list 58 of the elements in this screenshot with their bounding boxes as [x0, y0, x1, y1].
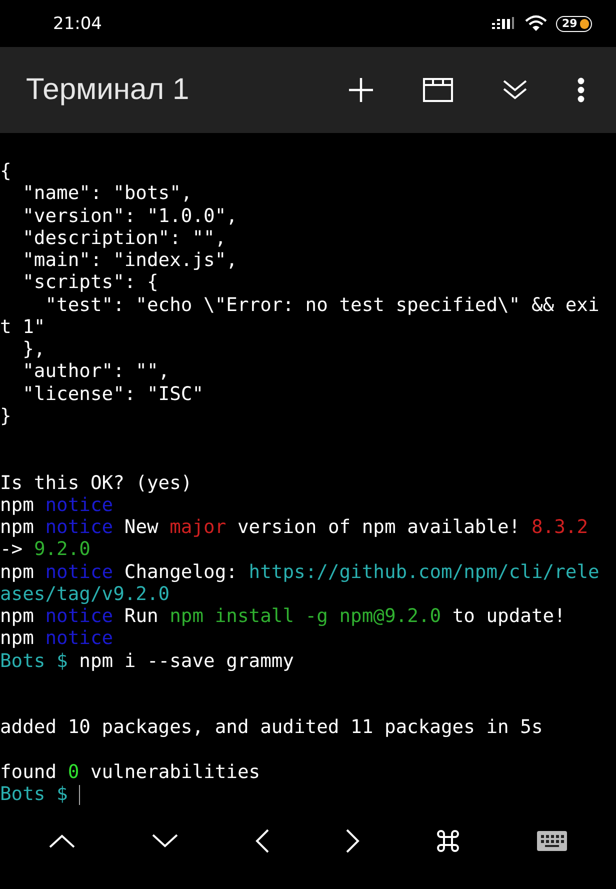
- window-title: Терминал 1: [26, 73, 190, 108]
- terminal-text: version of npm available!: [237, 517, 520, 538]
- terminal-text: major: [170, 517, 226, 538]
- terminal-text: notice: [45, 562, 114, 583]
- terminal-text: notice: [45, 494, 114, 516]
- terminal-text: Run: [124, 606, 158, 628]
- terminal-text: npm: [0, 628, 34, 650]
- terminal-text: Bots $: [0, 784, 68, 806]
- terminal-text: notice: [45, 517, 114, 538]
- terminal-text: "main": "index.js",: [22, 250, 238, 272]
- terminal-text: 9.2.0: [34, 539, 90, 560]
- terminal-text: npm: [0, 494, 34, 516]
- terminal-text: npm: [0, 606, 34, 628]
- text-cursor: [79, 785, 80, 806]
- terminal-text: 0: [68, 762, 80, 783]
- terminal-text: ->: [0, 539, 23, 560]
- terminal-text: t 1": [0, 316, 46, 338]
- left-arrow-key-icon[interactable]: [254, 828, 268, 853]
- terminal-text: New: [124, 517, 158, 538]
- terminal-text: 8.3.2: [531, 517, 588, 538]
- battery-icon: 29: [556, 16, 592, 32]
- terminal-text: "version": "1.0.0",: [22, 206, 238, 227]
- terminal-text: to update!: [452, 606, 566, 628]
- terminal-text: "description": "",: [22, 228, 226, 249]
- terminal-text: },: [22, 339, 46, 360]
- terminal-text: ases/tag/v9.2.0: [0, 584, 170, 605]
- terminal-text: notice: [45, 606, 114, 628]
- menu-icon[interactable]: [577, 77, 585, 104]
- right-arrow-key-icon[interactable]: [346, 828, 360, 853]
- wifi-icon: [525, 15, 547, 32]
- terminal-text: added 10 packages, and audited 11 packages in 5s: [0, 717, 543, 738]
- terminal-text: npm i --save grammy: [79, 650, 294, 672]
- status-time: 21:04: [53, 14, 102, 34]
- up-arrow-key-icon[interactable]: [48, 834, 74, 848]
- keyboard-icon[interactable]: [536, 830, 568, 852]
- signal-icon: [492, 16, 516, 30]
- terminal-text: {: [0, 161, 12, 182]
- window-icon[interactable]: [423, 78, 453, 102]
- terminal-text: https://github.com/npm/cli/rele: [248, 562, 600, 583]
- down-arrow-key-icon[interactable]: [152, 834, 178, 848]
- terminal-text: npm install -g npm@9.2.0: [170, 606, 441, 628]
- terminal-text: "test": "echo \"Error: no test specified\" && exi: [44, 294, 600, 316]
- terminal-text: "scripts": {: [22, 272, 158, 294]
- terminal-text: notice: [45, 628, 114, 650]
- terminal-text: found: [0, 762, 57, 783]
- terminal-text: }: [0, 406, 12, 427]
- terminal-text: npm: [0, 562, 34, 583]
- add-icon[interactable]: [348, 77, 374, 104]
- terminal-text: npm: [0, 517, 34, 538]
- terminal-text: Is this OK? (yes): [0, 472, 192, 494]
- terminal-text: vulnerabilities: [90, 762, 260, 783]
- terminal-text: "license": "ISC": [22, 384, 204, 405]
- terminal-text: Bots $: [0, 650, 68, 672]
- terminal-text: Changelog:: [124, 562, 238, 583]
- terminal-text: "name": "bots",: [22, 183, 192, 204]
- command-key-icon[interactable]: [436, 830, 458, 852]
- double-chevron-icon[interactable]: [502, 79, 528, 102]
- terminal-text: "author": "",: [22, 361, 170, 382]
